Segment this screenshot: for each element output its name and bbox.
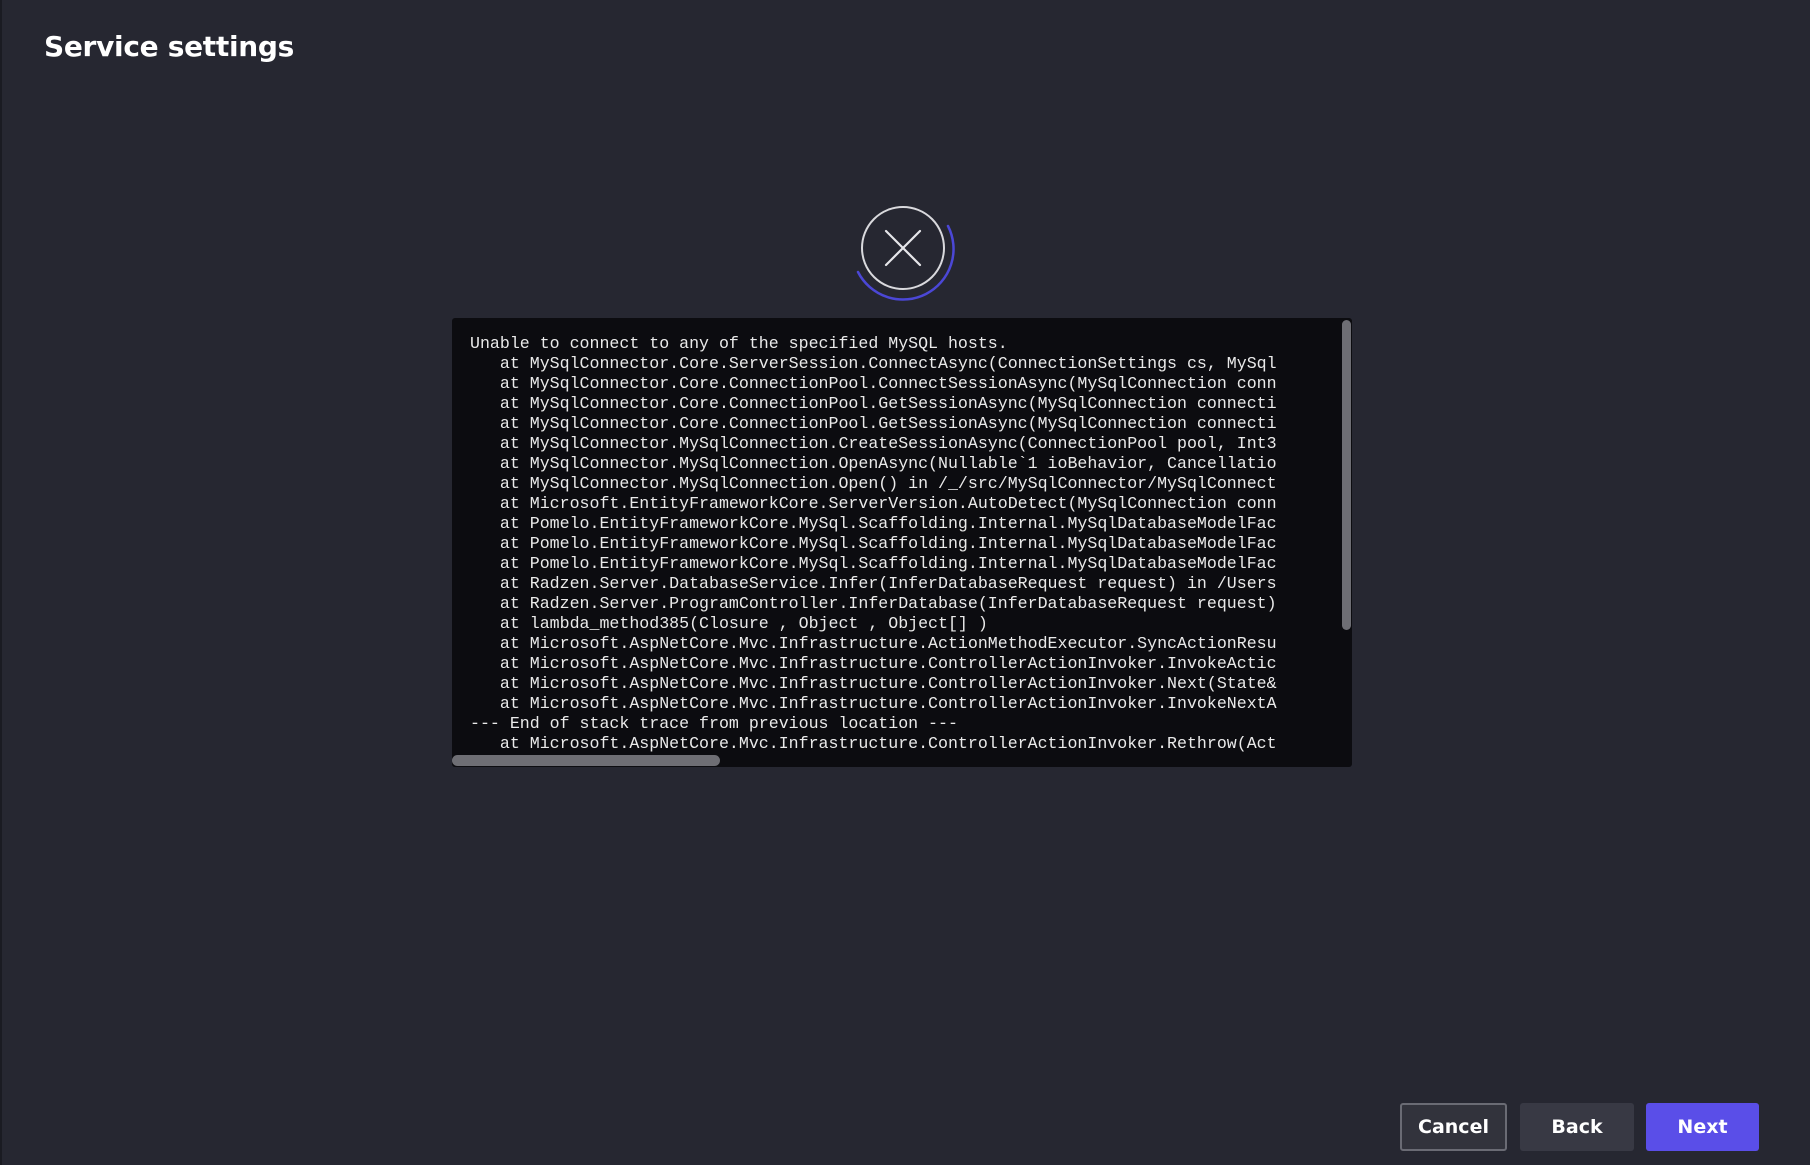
error-log-line: at Microsoft.EntityFrameworkCore.ServerV… bbox=[470, 494, 1277, 513]
error-log-line: at Microsoft.AspNetCore.Mvc.Infrastructu… bbox=[470, 734, 1277, 753]
vertical-scrollbar[interactable] bbox=[1342, 320, 1351, 630]
error-log-line: at lambda_method385(Closure , Object , O… bbox=[470, 614, 988, 633]
error-log-text: Unable to connect to any of the specifie… bbox=[470, 334, 1340, 754]
error-log-line: at MySqlConnector.Core.ConnectionPool.Ge… bbox=[470, 414, 1277, 433]
error-status-indicator bbox=[848, 197, 958, 307]
error-log-line: Unable to connect to any of the specifie… bbox=[470, 334, 1008, 353]
error-log-line: at MySqlConnector.MySqlConnection.Open()… bbox=[470, 474, 1277, 493]
error-log-line: at Pomelo.EntityFrameworkCore.MySql.Scaf… bbox=[470, 554, 1277, 573]
next-button[interactable]: Next bbox=[1646, 1103, 1759, 1151]
error-log-line: at Microsoft.AspNetCore.Mvc.Infrastructu… bbox=[470, 634, 1277, 653]
page-title: Service settings bbox=[44, 30, 295, 63]
error-log-line: --- End of stack trace from previous loc… bbox=[470, 714, 958, 733]
error-log-line: at Microsoft.AspNetCore.Mvc.Infrastructu… bbox=[470, 674, 1277, 693]
error-log-line: at MySqlConnector.MySqlConnection.Create… bbox=[470, 434, 1277, 453]
error-log-line: at MySqlConnector.Core.ServerSession.Con… bbox=[470, 354, 1277, 373]
error-log-line: at Radzen.Server.ProgramController.Infer… bbox=[470, 594, 1277, 613]
error-log-line: at MySqlConnector.Core.ConnectionPool.Ge… bbox=[470, 394, 1277, 413]
error-log-line: at Radzen.Server.DatabaseService.Infer(I… bbox=[470, 574, 1277, 593]
window-edge bbox=[0, 0, 2, 1165]
error-log-line: at MySqlConnector.Core.ConnectionPool.Co… bbox=[470, 374, 1277, 393]
error-log-line: at MySqlConnector.MySqlConnection.OpenAs… bbox=[470, 454, 1277, 473]
error-log-panel[interactable]: Unable to connect to any of the specifie… bbox=[452, 318, 1352, 767]
error-log-line: at Pomelo.EntityFrameworkCore.MySql.Scaf… bbox=[470, 534, 1277, 553]
horizontal-scrollbar[interactable] bbox=[452, 755, 720, 766]
close-circle-icon bbox=[856, 206, 955, 301]
error-log-line: at Microsoft.AspNetCore.Mvc.Infrastructu… bbox=[470, 654, 1277, 673]
back-button[interactable]: Back bbox=[1520, 1103, 1634, 1151]
error-log-line: at Pomelo.EntityFrameworkCore.MySql.Scaf… bbox=[470, 514, 1277, 533]
cancel-button[interactable]: Cancel bbox=[1400, 1103, 1507, 1151]
error-log-line: at Microsoft.AspNetCore.Mvc.Infrastructu… bbox=[470, 694, 1277, 713]
